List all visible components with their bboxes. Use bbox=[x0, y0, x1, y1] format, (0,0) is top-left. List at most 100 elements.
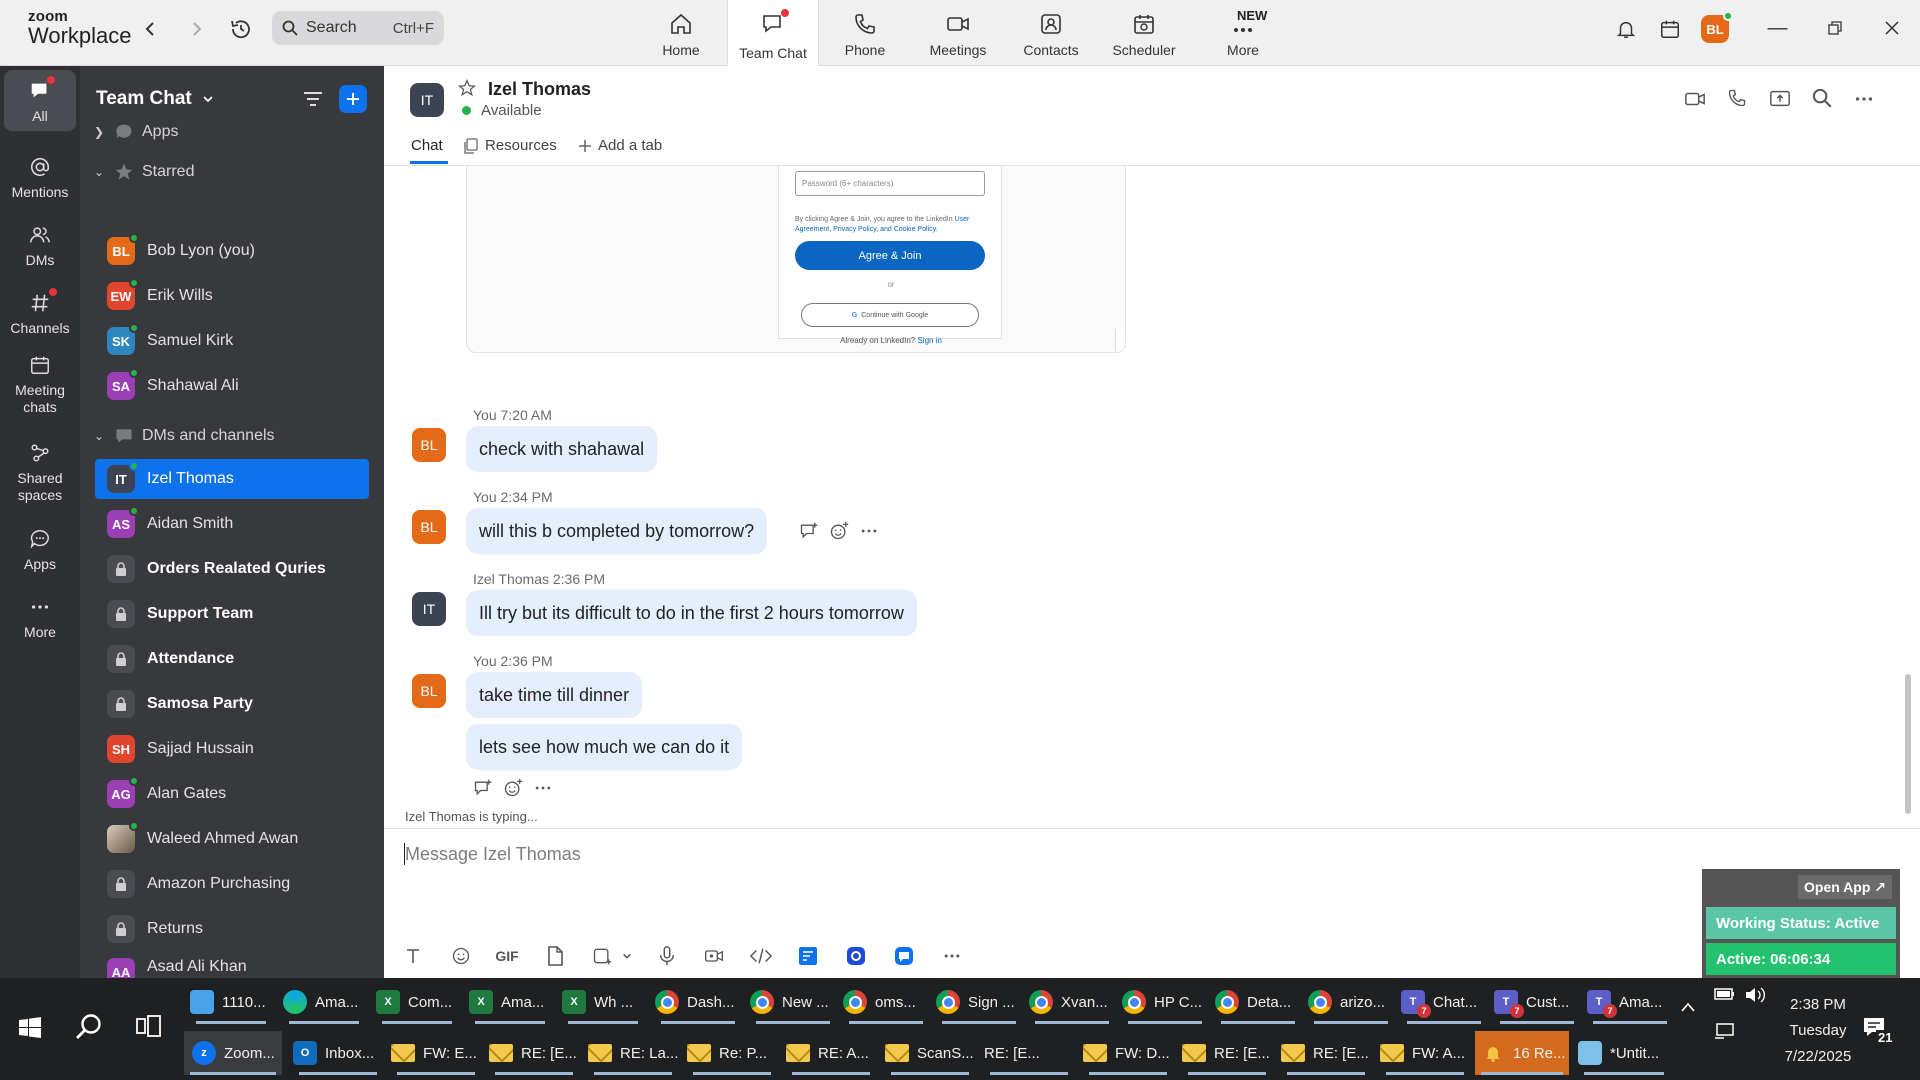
add-tab-button[interactable]: Add a tab bbox=[578, 137, 662, 154]
taskbar-item-mail-10[interactable]: RE: [E... bbox=[1281, 1031, 1371, 1075]
screenshot-icon[interactable] bbox=[589, 943, 615, 969]
sidebar-item-aidan-smith[interactable]: AS Aidan Smith bbox=[95, 504, 369, 544]
search-icon[interactable] bbox=[1812, 88, 1832, 113]
battery-icon[interactable] bbox=[1714, 986, 1736, 1006]
taskbar-item-mail-7[interactable]: RE: [E... bbox=[984, 1031, 1074, 1075]
reply-icon[interactable] bbox=[473, 778, 493, 798]
taskbar-item-zoom[interactable]: z Zoom... bbox=[184, 1031, 282, 1075]
taskbar-item-mail-8[interactable]: FW: D... bbox=[1083, 1031, 1173, 1075]
new-chat-plus-button[interactable] bbox=[339, 85, 367, 113]
taskbar-item-chrome-2[interactable]: New ... bbox=[750, 980, 836, 1024]
message-bubble[interactable]: Ill try but its difficult to do in the f… bbox=[466, 590, 917, 636]
sidebar-item-asad-ali-khan[interactable]: AA Asad Ali Khan bbox=[95, 954, 369, 978]
nav-tab-phone[interactable]: Phone bbox=[819, 0, 911, 66]
windows-start-icon[interactable] bbox=[18, 1016, 42, 1045]
message-bubble[interactable]: will this b completed by tomorrow? bbox=[466, 508, 768, 554]
rail-item-channels[interactable]: Channels bbox=[4, 288, 76, 337]
rail-item-meeting-chats[interactable]: Meeting chats bbox=[4, 352, 76, 416]
code-snippet-icon[interactable] bbox=[748, 943, 774, 969]
sidebar-item-samosa-party[interactable]: Samosa Party bbox=[95, 684, 369, 724]
file-attach-icon[interactable] bbox=[542, 943, 568, 969]
app-plugin-icon-1[interactable] bbox=[795, 943, 821, 969]
taskbar-item-teams-1[interactable]: T 7 Chat... bbox=[1401, 980, 1487, 1024]
sidebar-item-sajjad-hussain[interactable]: SH Sajjad Hussain bbox=[95, 729, 369, 769]
sidebar-item-orders-channel[interactable]: Orders Realated Quries bbox=[95, 549, 369, 589]
scrollbar-thumb[interactable] bbox=[1905, 674, 1911, 814]
more-horizontal-icon[interactable] bbox=[533, 778, 553, 798]
task-view-icon[interactable] bbox=[136, 1014, 162, 1043]
sidebar-item-amazon-purchasing[interactable]: Amazon Purchasing bbox=[95, 864, 369, 904]
taskbar-item-mail-3[interactable]: RE: La... bbox=[588, 1031, 678, 1075]
taskbar-item-chrome-1[interactable]: Dash... bbox=[655, 980, 741, 1024]
taskbar-item-mail-1[interactable]: FW: E... bbox=[391, 1031, 481, 1075]
sidebar-item-samuel-kirk[interactable]: SK Samuel Kirk bbox=[95, 321, 369, 361]
message-input[interactable] bbox=[405, 839, 1405, 869]
nav-tab-contacts[interactable]: Contacts bbox=[1005, 0, 1097, 66]
emoji-reaction-icon[interactable] bbox=[503, 778, 523, 798]
taskbar-item-mail-6[interactable]: ScanS... bbox=[885, 1031, 975, 1075]
gif-button[interactable]: GIF bbox=[494, 943, 520, 969]
tab-resources[interactable]: Resources bbox=[463, 137, 557, 154]
taskbar-item-chrome-6[interactable]: HP C... bbox=[1122, 980, 1208, 1024]
rail-item-shared-spaces[interactable]: Shared spaces bbox=[4, 440, 76, 504]
sidebar-item-support-team[interactable]: Support Team bbox=[95, 594, 369, 634]
contact-name[interactable]: Izel Thomas bbox=[488, 79, 591, 100]
back-arrow-icon[interactable] bbox=[136, 14, 166, 44]
reply-icon[interactable] bbox=[799, 521, 819, 541]
calendar-icon[interactable] bbox=[1655, 14, 1685, 44]
video-call-icon[interactable] bbox=[1684, 88, 1706, 115]
sidebar-item-bob-lyon[interactable]: BL Bob Lyon (you) bbox=[95, 231, 369, 271]
taskbar-item-edge[interactable]: Ama... bbox=[283, 980, 365, 1024]
phone-call-icon[interactable] bbox=[1727, 88, 1747, 113]
video-message-icon[interactable] bbox=[701, 943, 727, 969]
avatar[interactable]: BL bbox=[412, 674, 446, 708]
emoji-icon[interactable] bbox=[448, 943, 474, 969]
nav-tab-meetings[interactable]: Meetings bbox=[912, 0, 1004, 66]
taskbar-item-chrome-8[interactable]: arizo... bbox=[1308, 980, 1394, 1024]
taskbar-item-chrome-4[interactable]: Sign ... bbox=[936, 980, 1022, 1024]
taskbar-item-excel-1[interactable]: X Com... bbox=[376, 980, 458, 1024]
rail-item-mentions[interactable]: Mentions bbox=[4, 154, 76, 201]
app-plugin-icon-2[interactable] bbox=[843, 943, 869, 969]
network-display-icon[interactable] bbox=[1714, 1022, 1736, 1044]
message-bubble[interactable]: take time till dinner bbox=[466, 672, 643, 718]
forward-arrow-icon[interactable] bbox=[181, 14, 211, 44]
star-icon[interactable] bbox=[457, 78, 477, 102]
text-format-icon[interactable] bbox=[400, 943, 426, 969]
message-bubble[interactable]: lets see how much we can do it bbox=[466, 724, 743, 770]
taskbar-item-teams-3[interactable]: T 7 Ama... bbox=[1587, 980, 1673, 1024]
restore-icon[interactable] bbox=[1806, 0, 1863, 56]
taskbar-item-mail-2[interactable]: RE: [E... bbox=[489, 1031, 579, 1075]
sidebar-item-erik-wills[interactable]: EW Erik Wills bbox=[95, 276, 369, 316]
filter-icon[interactable] bbox=[302, 88, 324, 115]
nav-tab-team-chat[interactable]: Team Chat bbox=[727, 0, 819, 66]
notifications-bell-icon[interactable] bbox=[1611, 14, 1641, 44]
rail-item-all[interactable]: All bbox=[4, 70, 76, 131]
taskbar-item-reminders[interactable]: 16 Re... bbox=[1475, 1031, 1569, 1075]
share-screen-icon[interactable] bbox=[1769, 88, 1791, 115]
more-horizontal-icon[interactable] bbox=[859, 521, 879, 541]
taskbar-item-notepad[interactable]: *Untit... bbox=[1578, 1031, 1670, 1075]
more-horizontal-icon[interactable] bbox=[939, 943, 965, 969]
show-hidden-icons-chevron[interactable] bbox=[1680, 1000, 1696, 1017]
contact-avatar[interactable]: IT bbox=[410, 83, 444, 117]
image-attachment-preview[interactable]: Password (6+ characters) By clicking Agr… bbox=[466, 166, 1126, 353]
section-dms-and-channels[interactable]: ⌄ DMs and channels bbox=[94, 426, 275, 446]
sidebar-item-returns[interactable]: Returns bbox=[95, 909, 369, 949]
app-plugin-icon-3[interactable] bbox=[891, 943, 917, 969]
section-starred[interactable]: ⌄ Starred bbox=[94, 162, 194, 182]
taskbar-item-mail-9[interactable]: RE: [E... bbox=[1182, 1031, 1272, 1075]
nav-tab-home[interactable]: Home bbox=[635, 0, 727, 66]
system-clock[interactable]: 2:38 PM Tuesday 7/22/2025 bbox=[1760, 992, 1876, 1070]
search-icon[interactable] bbox=[74, 1012, 104, 1047]
close-icon[interactable] bbox=[1863, 0, 1920, 56]
avatar[interactable]: BL bbox=[412, 428, 446, 462]
minimize-icon[interactable]: — bbox=[1749, 0, 1806, 56]
taskbar-item-excel-3[interactable]: X Wh ... bbox=[562, 980, 644, 1024]
notification-center-icon[interactable]: 21 bbox=[1862, 1016, 1895, 1045]
sidebar-item-attendance[interactable]: Attendance bbox=[95, 639, 369, 679]
chevron-down-icon[interactable] bbox=[620, 943, 634, 969]
taskbar-item-excel-2[interactable]: X Ama... bbox=[469, 980, 551, 1024]
microphone-icon[interactable] bbox=[654, 943, 680, 969]
sidebar-item-alan-gates[interactable]: AG Alan Gates bbox=[95, 774, 369, 814]
